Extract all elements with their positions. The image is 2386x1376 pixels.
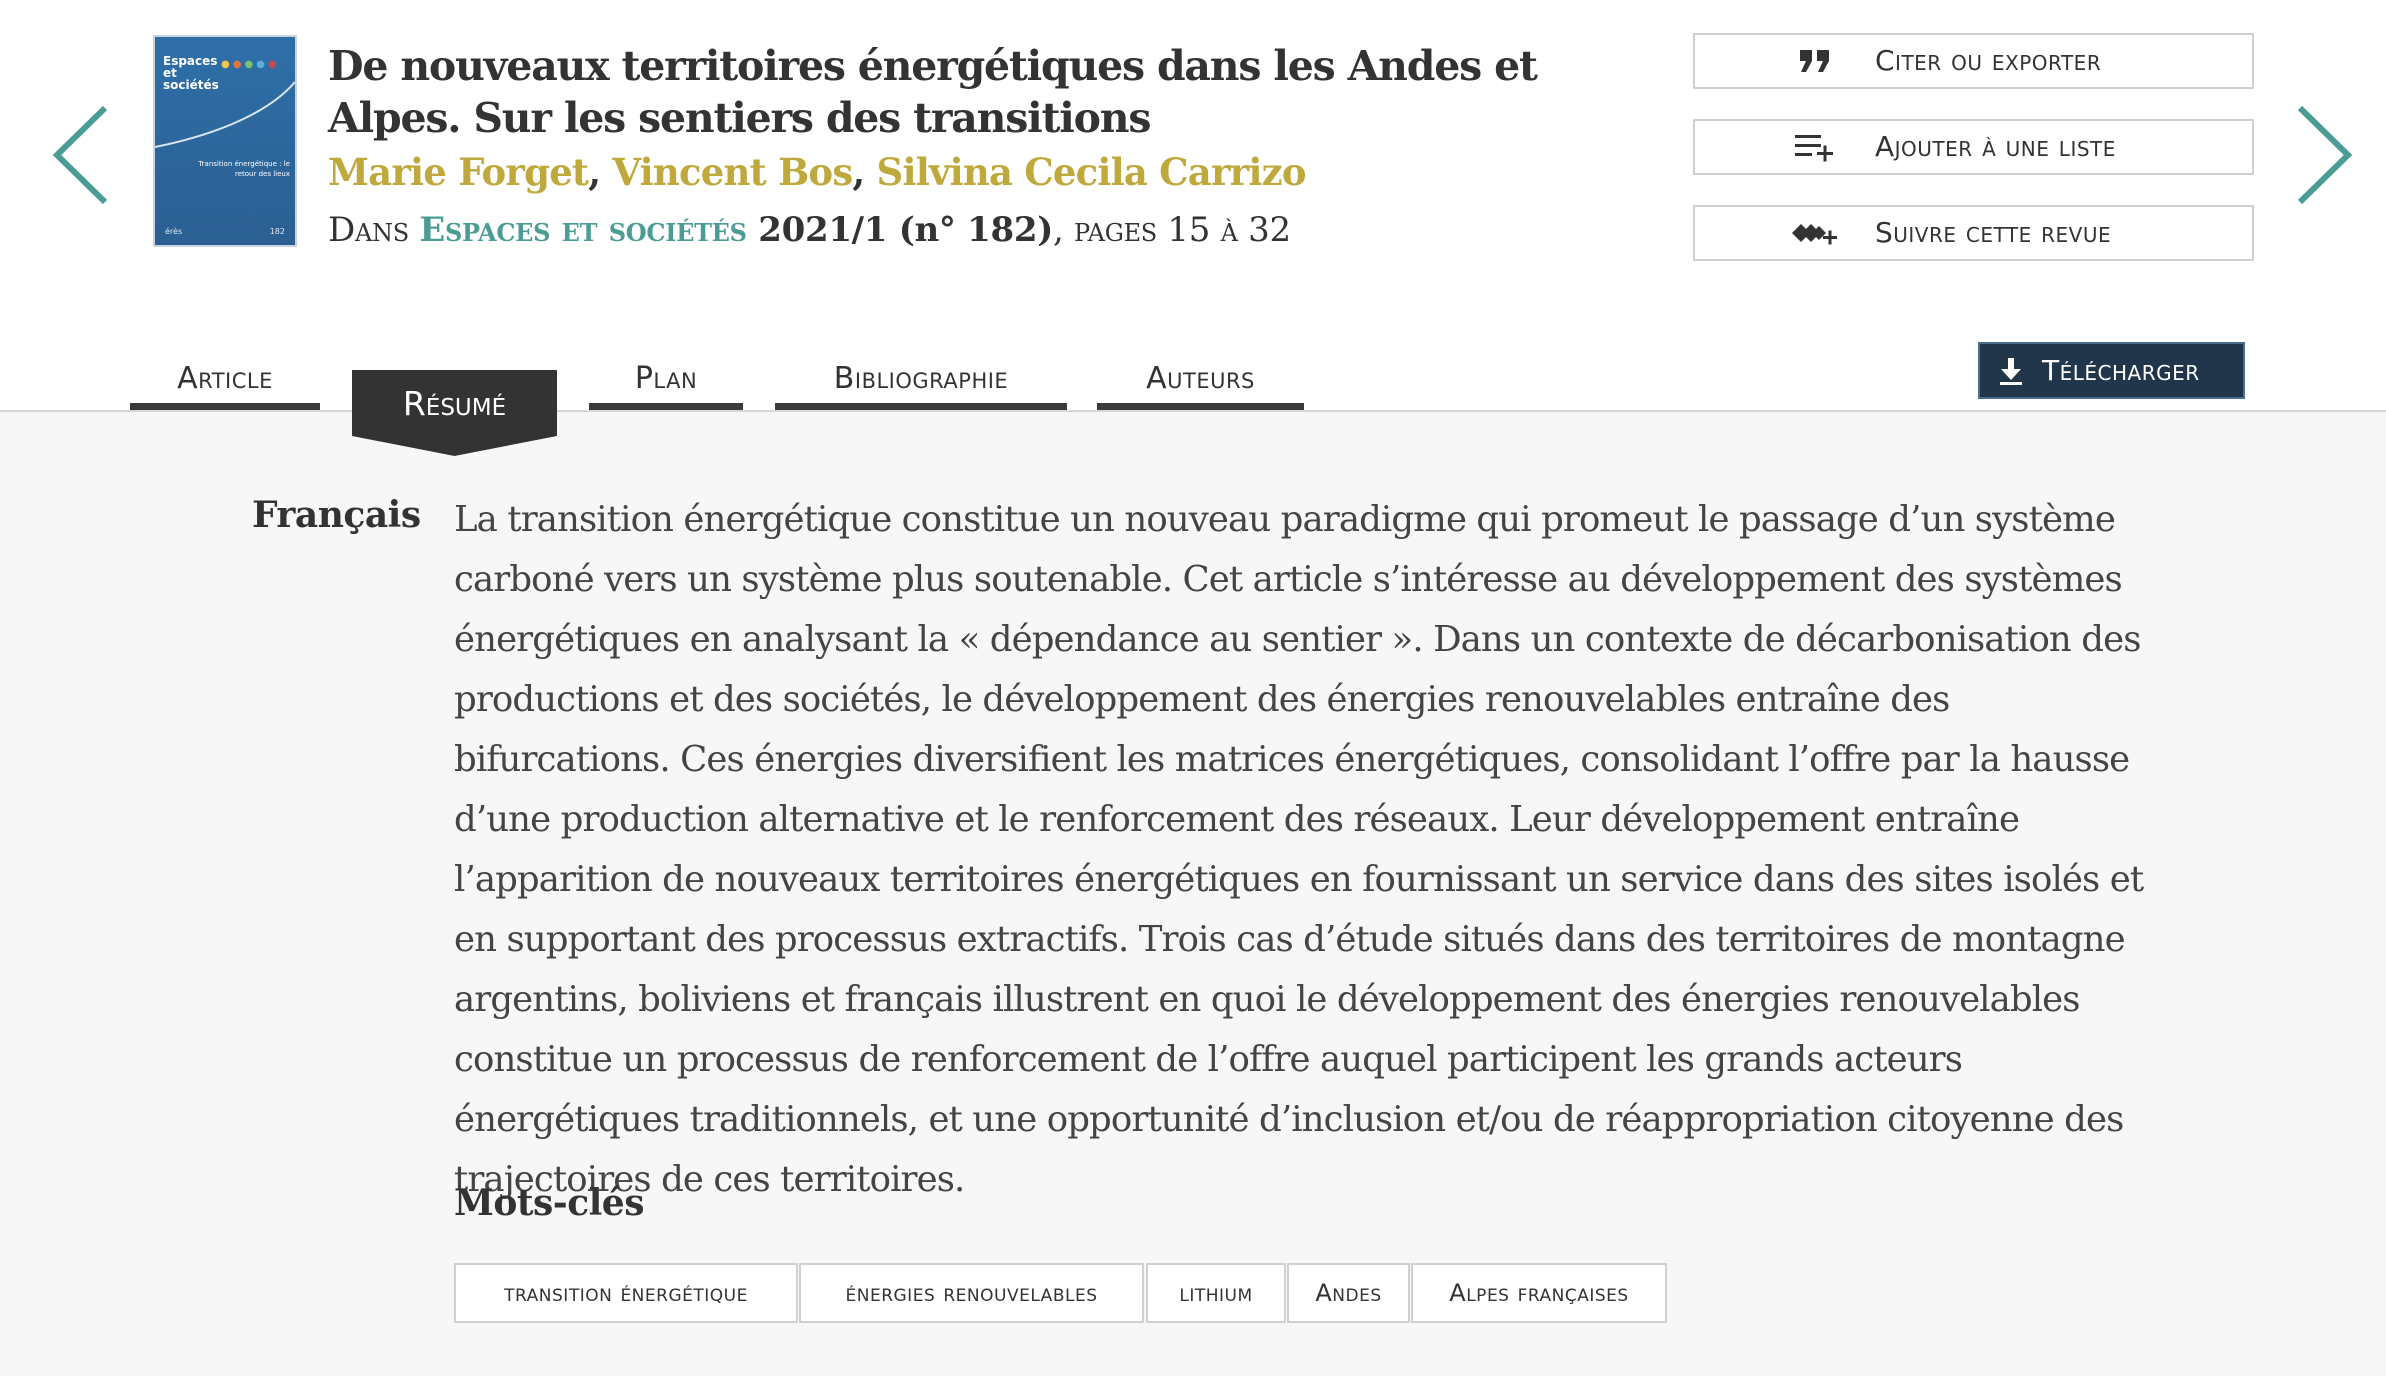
journal-link[interactable]: Espaces et sociétés	[419, 210, 747, 250]
follow-journal-button[interactable]: Suivre cette revue	[1693, 205, 2254, 261]
page-range: , pages 15 à 32	[1053, 210, 1291, 250]
follow-journal-label: Suivre cette revue	[1875, 216, 2112, 249]
cover-subtitle: Transition énergétique : le retour des l…	[198, 160, 290, 178]
tab-resume[interactable]: Résumé	[352, 370, 557, 470]
author-link[interactable]: Silvina Cecila Carrizo	[877, 150, 1307, 194]
add-to-list-button[interactable]: Ajouter à une liste	[1693, 119, 2254, 175]
abstract-section: Français La transition énergétique const…	[0, 412, 2386, 1376]
add-to-list-label: Ajouter à une liste	[1875, 130, 2116, 163]
cite-export-label: Citer ou exporter	[1875, 44, 2102, 77]
cover-publisher: érès	[165, 227, 183, 236]
abstract-text: La transition énergétique constitue un n…	[454, 499, 2144, 1200]
download-label: Télécharger	[2042, 354, 2200, 387]
article-title: De nouveaux territoires énergétiques dan…	[328, 42, 1538, 142]
cite-export-button[interactable]: Citer ou exporter	[1693, 33, 2254, 89]
playlist-add-icon	[1785, 129, 1845, 165]
download-icon	[1996, 356, 2026, 386]
tab-bibliography[interactable]: Bibliographie	[775, 354, 1067, 410]
keyword-tag[interactable]: transition énergétique	[454, 1263, 798, 1323]
author-separator: ,	[852, 150, 877, 194]
article-header: Espaces et sociétés ●●●●● Transition éne…	[0, 0, 2386, 456]
tab-plan[interactable]: Plan	[589, 354, 743, 410]
follow-journal-icon	[1785, 215, 1845, 251]
keywords-heading: Mots-clés	[454, 1182, 644, 1224]
tab-authors[interactable]: Auteurs	[1097, 354, 1304, 410]
author-link[interactable]: Vincent Bos	[612, 150, 853, 194]
issue-info: Dans Espaces et sociétés 2021/1 (n° 182)…	[328, 210, 1291, 250]
tab-resume-label: Résumé	[402, 384, 507, 423]
cover-dots: ●●●●●	[221, 59, 280, 70]
author-list: Marie Forget, Vincent Bos, Silvina Cecil…	[328, 150, 1307, 194]
abstract-language: Français	[252, 494, 421, 536]
author-link[interactable]: Marie Forget	[328, 150, 589, 194]
chevron-left-icon[interactable]	[45, 100, 115, 210]
keyword-tag[interactable]: énergies renouvelables	[799, 1263, 1144, 1323]
tab-article[interactable]: Article	[130, 354, 320, 410]
cover-curve	[155, 81, 295, 148]
chevron-right-icon[interactable]	[2290, 100, 2360, 210]
journal-cover-image[interactable]: Espaces et sociétés ●●●●● Transition éne…	[153, 35, 297, 247]
issue-number: 2021/1 (n° 182)	[746, 210, 1053, 250]
keyword-tag[interactable]: Andes	[1287, 1263, 1410, 1323]
author-separator: ,	[588, 150, 613, 194]
download-button[interactable]: Télécharger	[1978, 342, 2245, 399]
issue-prefix: Dans	[328, 210, 420, 250]
keyword-tag[interactable]: Alpes françaises	[1411, 1263, 1667, 1323]
cover-number: 182	[269, 227, 285, 236]
keyword-tag[interactable]: lithium	[1146, 1263, 1286, 1323]
quote-icon	[1785, 43, 1845, 79]
